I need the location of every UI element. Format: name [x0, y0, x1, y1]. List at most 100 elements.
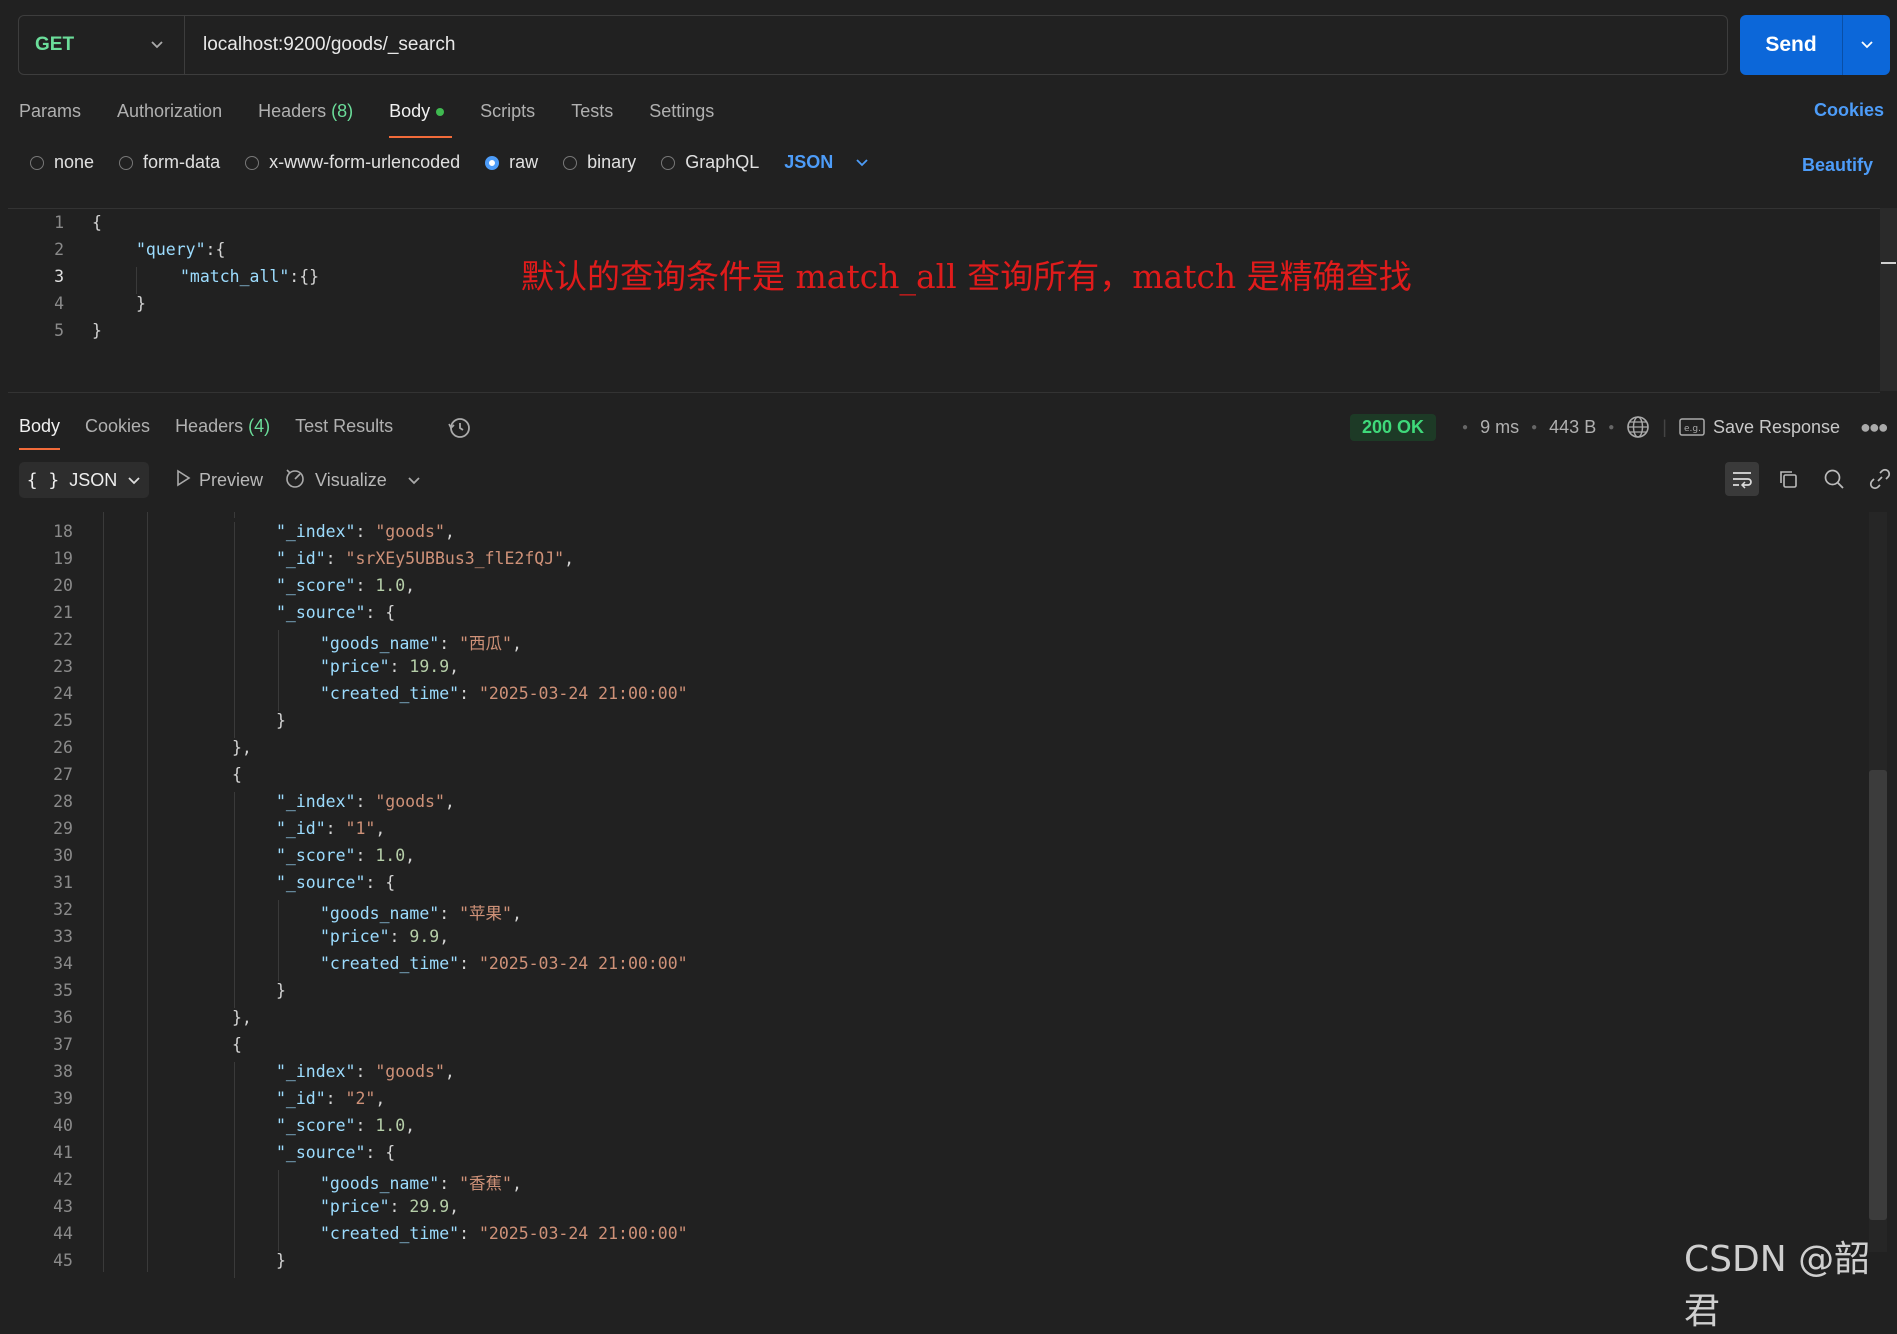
response-format-select[interactable]: { } JSON	[19, 462, 149, 498]
send-button[interactable]: Send	[1740, 15, 1890, 75]
line-number: 42	[53, 1170, 73, 1189]
beautify-button[interactable]: Beautify	[1802, 155, 1873, 176]
tab-headers[interactable]: Headers (8)	[258, 98, 353, 138]
status-badge: 200 OK	[1350, 413, 1437, 441]
json-value: 9.9	[409, 927, 440, 946]
chevron-down-icon	[150, 37, 164, 53]
json-value: {	[385, 1143, 396, 1162]
json-key: "match_all"	[180, 267, 290, 286]
tab-label: Headers	[175, 416, 244, 436]
code-line: "_id": "2",	[276, 1089, 385, 1108]
json-value: {	[385, 603, 396, 622]
radio-label: raw	[509, 152, 539, 172]
response-scrollbar-thumb[interactable]	[1869, 770, 1887, 1220]
tab-settings[interactable]: Settings	[649, 98, 714, 138]
json-punc: ,	[444, 522, 455, 541]
tab-scripts[interactable]: Scripts	[480, 98, 535, 138]
response-time: 9 ms	[1480, 416, 1520, 437]
radio-label: form-data	[143, 152, 221, 172]
tab-body[interactable]: Body	[389, 98, 453, 138]
json-value: "goods"	[375, 522, 445, 541]
json-key: "created_time"	[320, 954, 460, 973]
json-punc: ,	[375, 1089, 386, 1108]
preview-button[interactable]: Preview	[175, 469, 263, 492]
code-line: "_score": 1.0,	[276, 576, 415, 595]
body-type-form-data[interactable]: form-data	[119, 152, 220, 173]
body-type-selector: none form-data x-www-form-urlencoded raw bin…	[30, 152, 869, 173]
line-number: 35	[53, 981, 73, 1000]
json-punc: },	[232, 738, 252, 757]
copy-icon[interactable]	[1771, 462, 1805, 496]
code-line: "created_time": "2025-03-24 21:00:00"	[320, 1224, 688, 1243]
json-value: "西瓜"	[459, 634, 512, 653]
annotation-text: 默认的查询条件是 match_all 查询所有，match 是精确查找	[521, 257, 1412, 296]
visualize-button[interactable]: Visualize	[283, 466, 387, 495]
response-tab-test-results[interactable]: Test Results	[295, 414, 393, 450]
line-number: 28	[53, 792, 73, 811]
search-icon[interactable]	[1817, 462, 1851, 496]
chevron-down-icon[interactable]	[407, 470, 421, 491]
radio-circle	[563, 155, 578, 170]
line-number: 2	[54, 240, 64, 259]
json-key: "_score"	[276, 576, 356, 595]
editor-scrollbar[interactable]	[1880, 208, 1897, 391]
response-tab-cookies[interactable]: Cookies	[85, 414, 150, 450]
radio-circle	[30, 155, 44, 170]
response-format-label: JSON	[69, 469, 118, 490]
code-line: "price": 29.9,	[320, 1197, 459, 1216]
line-number: 44	[53, 1224, 73, 1243]
wrap-lines-icon[interactable]	[1725, 462, 1759, 496]
line-number: 4	[54, 294, 64, 313]
save-response-button[interactable]: Save Response	[1713, 417, 1840, 438]
code-line: "price": 19.9,	[320, 657, 459, 676]
link-icon[interactable]	[1863, 462, 1897, 496]
tab-authorization[interactable]: Authorization	[117, 98, 222, 138]
code-line: "goods_name": "香蕉",	[320, 1170, 522, 1194]
body-type-binary[interactable]: binary	[563, 152, 636, 173]
body-type-none[interactable]: none	[30, 152, 94, 173]
line-number: 33	[53, 927, 73, 946]
code-line: },	[232, 1008, 252, 1027]
chevron-down-icon[interactable]	[1843, 37, 1890, 54]
json-key: "_score"	[276, 1116, 356, 1135]
line-number: 39	[53, 1089, 73, 1108]
json-punc: ,	[564, 549, 575, 568]
radio-circle	[485, 155, 500, 170]
request-tabs: Params Authorization Headers (8) Body Script…	[19, 98, 750, 138]
url-bar: GET localhost:9200/goods/_search	[18, 15, 1728, 75]
history-icon[interactable]	[446, 415, 472, 446]
response-view-tools	[1725, 462, 1897, 496]
line-number: 30	[53, 846, 73, 865]
body-type-x-www-form-urlencoded[interactable]: x-www-form-urlencoded	[245, 152, 460, 173]
body-format-select[interactable]: JSON	[784, 152, 869, 173]
json-key: "_score"	[276, 846, 356, 865]
json-punc: :	[439, 904, 460, 923]
body-type-GraphQL[interactable]: GraphQL	[661, 152, 759, 173]
response-tab-body[interactable]: Body	[19, 414, 61, 450]
method-select[interactable]: GET	[19, 16, 185, 74]
code-line: "_source": {	[276, 603, 395, 622]
tab-label: Authorization	[117, 101, 223, 121]
json-punc: :	[459, 684, 479, 703]
tab-tests[interactable]: Tests	[571, 98, 613, 138]
tab-params[interactable]: Params	[19, 98, 81, 138]
response-tab-headers[interactable]: Headers (4)	[175, 414, 270, 450]
send-label: Send	[1765, 33, 1817, 56]
response-body-viewer[interactable]: 18 "_index": "goods", 19 "_id": "srXEy5UBBu…	[0, 512, 1897, 1286]
visualize-label: Visualize	[315, 469, 387, 490]
method-label: GET	[35, 34, 75, 55]
json-key: "_index"	[276, 1062, 356, 1081]
code-line: "_source": {	[276, 1143, 395, 1162]
json-key: "price"	[320, 657, 390, 676]
body-type-raw[interactable]: raw	[485, 152, 538, 173]
url-input[interactable]: localhost:9200/goods/_search	[185, 34, 455, 56]
more-options-icon[interactable]: ●●●	[1860, 417, 1889, 438]
json-key: "goods_name"	[320, 634, 440, 653]
request-body-editor[interactable]: 1 {2 "query":{3 "match_all":{} 4} 5}	[8, 208, 1880, 393]
globe-icon[interactable]	[1626, 415, 1650, 439]
code-line: {	[92, 213, 102, 232]
line-number: 23	[53, 657, 73, 676]
cookies-link[interactable]: Cookies	[1814, 100, 1884, 121]
json-value: 1.0	[375, 576, 406, 595]
tab-label: Body	[389, 101, 431, 121]
